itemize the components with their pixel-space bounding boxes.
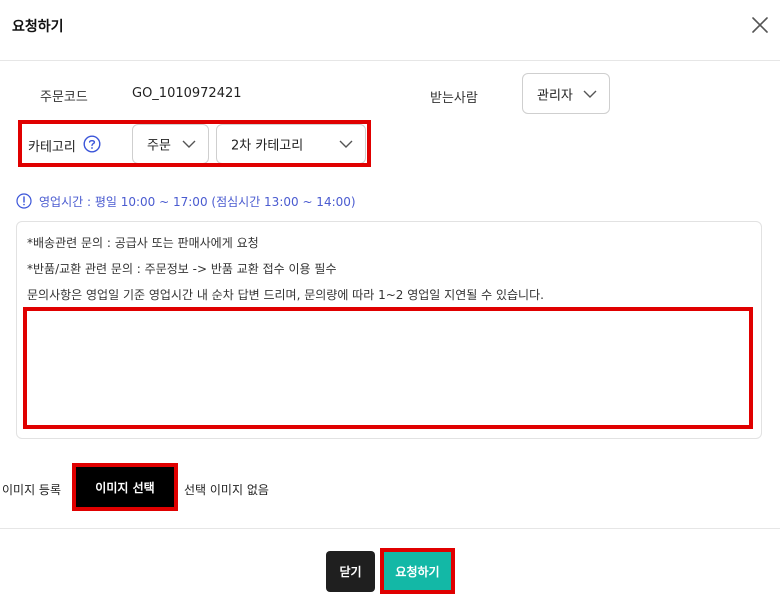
header-divider [0,60,780,61]
submit-button[interactable]: 요청하기 [384,552,451,590]
business-hours-text: 영업시간 : 평일 10:00 ~ 17:00 (점심시간 13:00 ~ 14… [39,195,356,209]
image-status-text: 선택 이미지 없음 [184,483,269,497]
footer-divider [0,528,780,529]
modal-header: 요청하기 [0,0,780,52]
inquiry-content-input[interactable] [27,311,750,425]
category-primary-value: 주문 [147,138,171,154]
receiver-select[interactable]: 관리자 [522,73,610,114]
chevron-down-icon [583,90,597,98]
notice-line: 문의사항은 영업일 기준 영업시간 내 순차 답변 드리며, 문의량에 따라 1… [27,288,544,302]
notice-line: *배송관련 문의 : 공급사 또는 판매사에게 요청 [27,236,259,250]
modal-title: 요청하기 [12,19,64,35]
info-circle-icon [16,193,32,209]
category-secondary-value: 2차 카테고리 [231,138,304,154]
order-code-value: GO_1010972421 [132,86,242,101]
image-upload-label: 이미지 등록 [2,483,62,497]
order-code-label: 주문코드 [40,90,88,105]
close-button[interactable]: 닫기 [326,551,375,592]
chevron-down-icon [182,140,196,148]
receiver-label: 받는사람 [430,91,478,106]
category-primary-select[interactable]: 주문 [132,124,209,164]
help-circle-icon[interactable] [83,135,101,153]
close-icon[interactable] [750,15,770,35]
category-label: 카테고리 [28,140,76,155]
notice-line: *반품/교환 관련 문의 : 주문정보 -> 반품 교환 접수 이용 필수 [27,262,337,276]
image-select-button[interactable]: 이미지 선택 [76,467,174,507]
receiver-select-value: 관리자 [537,88,573,103]
category-secondary-select[interactable]: 2차 카테고리 [216,124,366,164]
chevron-down-icon [339,140,353,148]
